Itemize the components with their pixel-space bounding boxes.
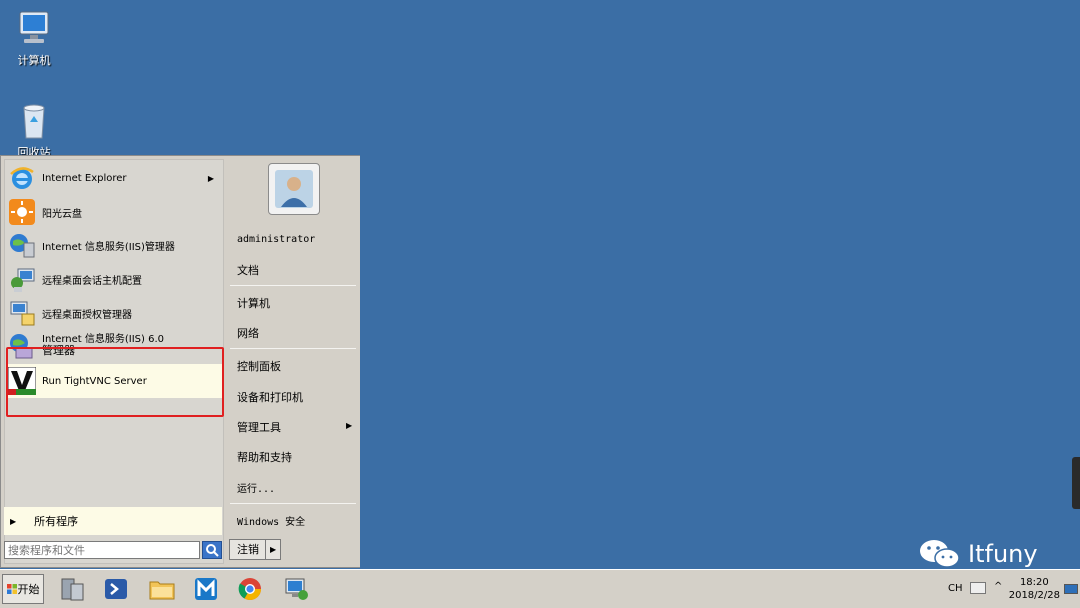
start-menu-network[interactable]: 网络 (237, 325, 259, 341)
program-label: Internet Explorer (42, 172, 127, 184)
taskbar-chrome[interactable] (234, 574, 266, 604)
submenu-arrow-icon: ▶ (346, 421, 353, 430)
user-avatar[interactable] (268, 163, 320, 215)
sun-cloud-icon (8, 198, 36, 226)
tightvnc-icon (7, 366, 37, 396)
start-menu-documents[interactable]: 文档 (237, 262, 259, 278)
folder-icon (149, 581, 175, 600)
program-label: 远程桌面会话主机配置 (42, 275, 142, 287)
program-label: Internet 信息服务(IIS)管理器 (42, 241, 175, 253)
start-menu-control-panel[interactable]: 控制面板 (237, 358, 281, 374)
powershell-icon (105, 579, 127, 599)
search-row (4, 539, 222, 561)
clock-time: 18:20 (1019, 577, 1049, 588)
maxthon-icon (195, 578, 217, 600)
search-input[interactable] (4, 541, 200, 559)
start-menu-admin-tools[interactable]: 管理工具 (237, 419, 281, 435)
start-menu-windows-security[interactable]: Windows 安全 (237, 513, 305, 528)
keyboard-icon[interactable] (970, 582, 986, 594)
start-menu-help[interactable]: 帮助和支持 (237, 449, 292, 465)
logout-button[interactable]: 注销 ▶ (229, 539, 281, 560)
logout-label: 注销 (230, 540, 266, 559)
clock[interactable]: 18:20 2018/2/28 (1009, 576, 1060, 602)
program-label: 阳光云盘 (42, 208, 82, 220)
computer-icon (14, 8, 54, 48)
user-icon (275, 170, 313, 208)
taskbar: 开始 CH ^ 18:20 2018/2/28 (0, 569, 1080, 608)
start-menu-user-name[interactable]: administrator (237, 234, 315, 245)
iis6-icon (8, 332, 36, 360)
expand-arrow-icon: ▶ (10, 516, 17, 526)
taskbar-powershell[interactable] (100, 574, 132, 604)
watermark-text: Itfuny (968, 540, 1038, 568)
start-button[interactable]: 开始 (2, 574, 44, 604)
rdp-config-icon (8, 265, 36, 293)
show-desktop-icon[interactable] (1064, 584, 1078, 594)
taskbar-explorer[interactable] (146, 574, 178, 604)
taskbar-remote-desktop[interactable] (280, 574, 312, 604)
search-button[interactable] (202, 541, 222, 559)
desktop-label-computer: 计算机 (17, 54, 51, 67)
system-tray: CH ^ 18:20 2018/2/28 (940, 570, 1080, 608)
server-manager-icon (61, 578, 84, 601)
program-run-tightvnc[interactable]: Run TightVNC Server (7, 364, 222, 398)
program-label: 远程桌面授权管理器 (42, 309, 132, 321)
search-icon (206, 544, 219, 557)
separator (230, 348, 356, 349)
program-label-line2: 管理器 (42, 344, 75, 357)
start-menu-run[interactable]: 运行... (237, 480, 275, 495)
program-rdp-license-manager[interactable]: 远程桌面授权管理器 (8, 297, 222, 329)
program-sun-cloud[interactable]: 阳光云盘 (8, 196, 222, 228)
desktop-icon-recycle-bin[interactable]: 回收站 (2, 100, 66, 160)
start-label: 开始 (17, 583, 40, 596)
windows-logo-icon (6, 584, 17, 594)
program-iis6-manager[interactable]: Internet 信息服务(IIS) 6.0 管理器 (8, 330, 222, 362)
wechat-icon (920, 540, 960, 568)
submenu-arrow-icon: ▶ (207, 173, 214, 183)
remote-desktop-icon (285, 578, 308, 600)
all-programs-label: 所有程序 (34, 515, 79, 528)
taskbar-maxthon[interactable] (190, 574, 222, 604)
side-panel-handle[interactable] (1072, 457, 1080, 509)
desktop-icon-computer[interactable]: 计算机 (2, 8, 66, 68)
program-label: Run TightVNC Server (42, 375, 147, 387)
rdp-license-icon (8, 299, 36, 327)
separator (230, 285, 356, 286)
iis-icon (8, 231, 36, 259)
clock-date: 2018/2/28 (1008, 590, 1060, 601)
taskbar-server-manager[interactable] (56, 574, 88, 604)
ie-icon (8, 164, 36, 192)
program-iis-manager[interactable]: Internet 信息服务(IIS)管理器 (8, 229, 222, 261)
start-menu-computer[interactable]: 计算机 (237, 295, 270, 311)
chrome-icon (238, 578, 261, 600)
show-hidden-icons-icon[interactable]: ^ (994, 581, 1002, 592)
program-rdp-session-config[interactable]: 远程桌面会话主机配置 (8, 263, 222, 295)
start-menu-devices-printers[interactable]: 设备和打印机 (237, 389, 303, 405)
separator (230, 503, 356, 504)
shutdown-options-arrow-icon[interactable]: ▶ (266, 545, 276, 554)
program-internet-explorer[interactable]: Internet Explorer ▶ (8, 162, 222, 194)
language-indicator[interactable]: CH (948, 583, 963, 594)
watermark: Itfuny (918, 536, 1038, 572)
all-programs-button[interactable]: ▶ 所有程序 (4, 507, 222, 535)
recycle-bin-icon (14, 100, 54, 140)
